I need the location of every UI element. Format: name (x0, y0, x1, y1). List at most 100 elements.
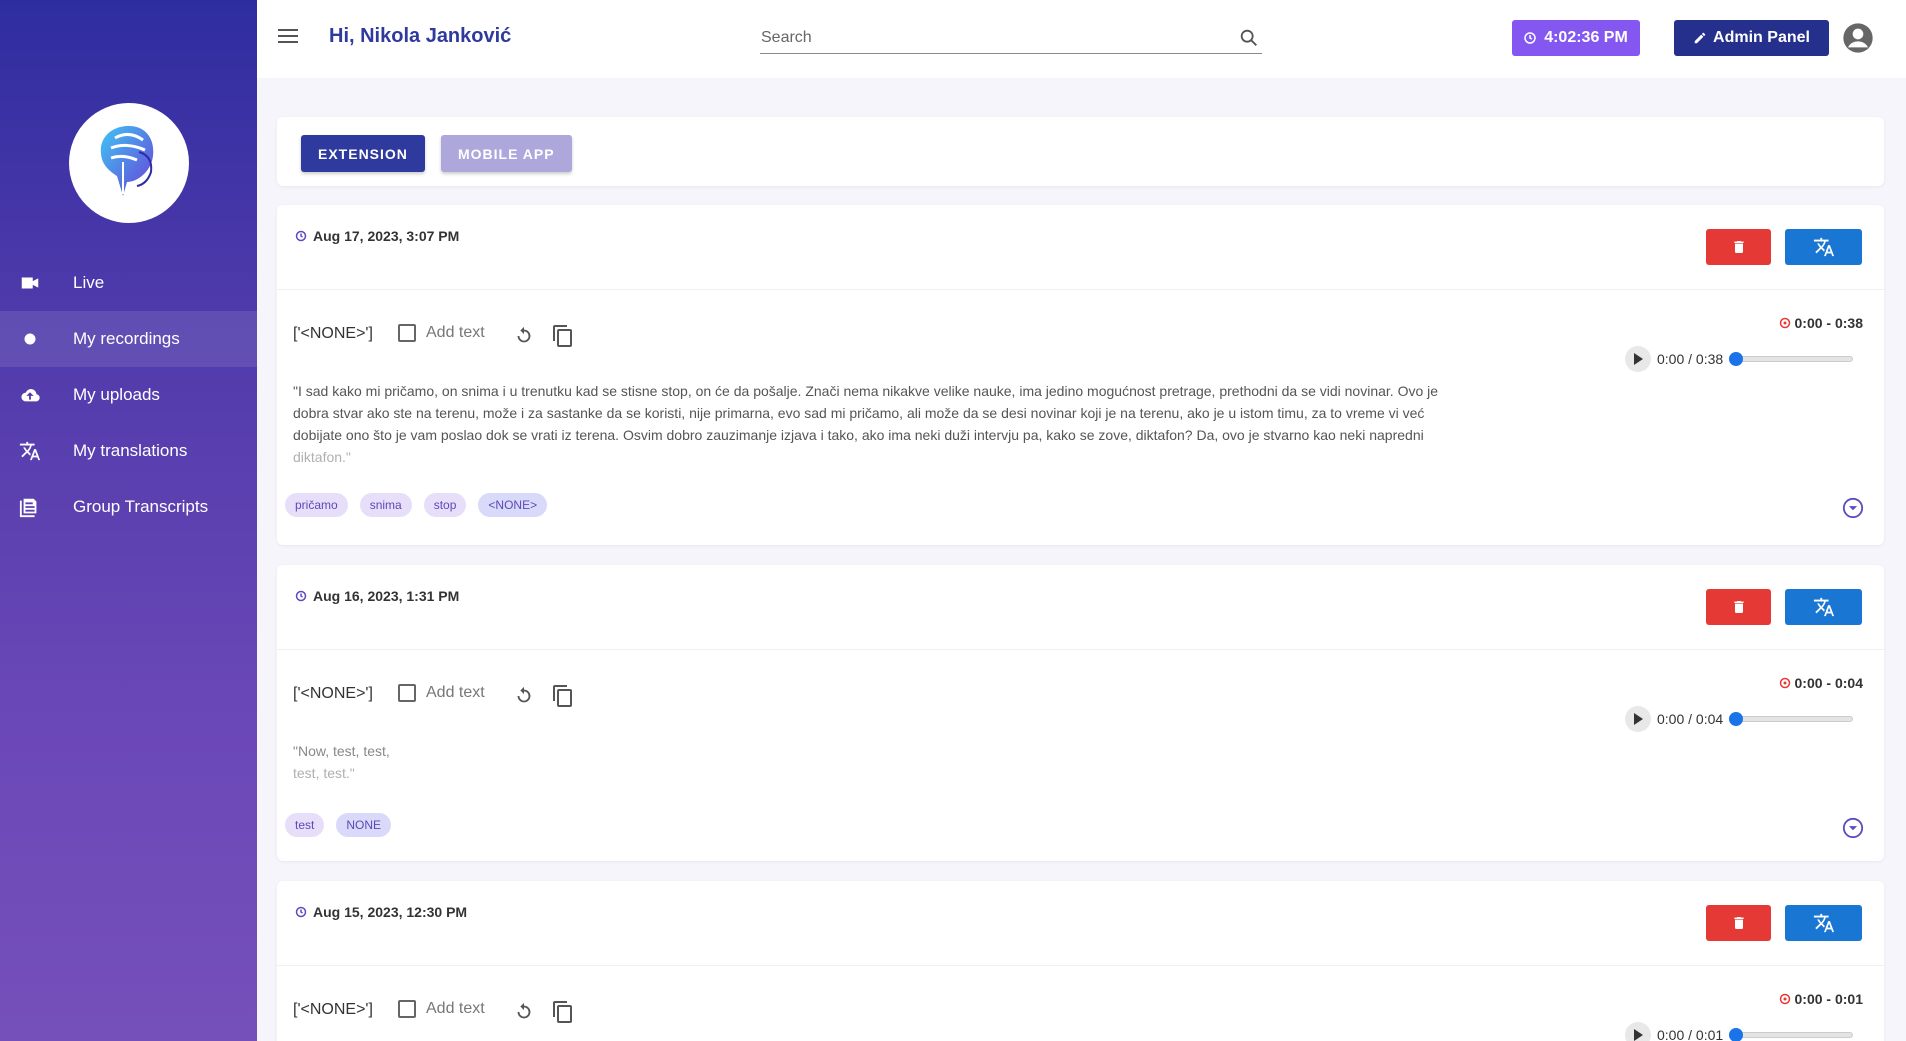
time-range: 0:00 - 0:01 (1769, 991, 1863, 1007)
seek-slider[interactable] (1729, 1028, 1853, 1041)
sidebar-item-live[interactable]: Live (0, 255, 257, 311)
recording-date-text: Aug 16, 2023, 1:31 PM (313, 588, 460, 604)
seek-thumb[interactable] (1729, 352, 1743, 366)
translate-button[interactable] (1785, 229, 1862, 265)
translate-icon (1813, 597, 1834, 617)
tab-mobile-app[interactable]: MOBILE APP (441, 135, 572, 172)
clock-icon (295, 230, 307, 242)
sidebar-item-label: Group Transcripts (73, 497, 209, 516)
sidebar-nav: Live My recordings My uploads My transla… (0, 255, 257, 535)
play-icon (1634, 713, 1643, 725)
play-icon (1634, 353, 1643, 365)
recording-card: Aug 15, 2023, 12:30 PM ['<NONE>'] Add te… (277, 881, 1884, 1041)
seek-slider[interactable] (1729, 712, 1853, 726)
copy-icon[interactable] (551, 684, 575, 708)
transcript-line: test, test." (293, 765, 355, 781)
sidebar-item-group-transcripts[interactable]: Group Transcripts (0, 479, 257, 535)
translate-icon (1813, 913, 1834, 933)
delete-button[interactable] (1706, 589, 1771, 625)
copy-icon[interactable] (551, 1000, 575, 1024)
time-range-text: 0:00 - 0:04 (1794, 675, 1863, 691)
copy-icon[interactable] (551, 324, 575, 348)
search-bar (760, 24, 1262, 54)
speaker-label: ['<NONE>'] (293, 685, 373, 702)
checkbox-icon (398, 324, 416, 342)
clock-time: 4:02:36 PM (1544, 29, 1628, 46)
time-range-text: 0:00 - 0:38 (1794, 315, 1863, 331)
recording-date-text: Aug 17, 2023, 3:07 PM (313, 228, 460, 244)
recording-header: Aug 17, 2023, 3:07 PM (277, 205, 1884, 290)
play-button[interactable] (1625, 706, 1651, 732)
sidebar-item-label: My translations (73, 441, 188, 460)
audio-player: 0:00 / 0:04 (1625, 706, 1853, 732)
clock-badge: 4:02:36 PM (1512, 20, 1640, 56)
recording-card: Aug 17, 2023, 3:07 PM ['<NONE>'] Add tex… (277, 205, 1884, 545)
search-input[interactable] (760, 24, 1220, 52)
add-text-checkbox[interactable]: Add text (398, 324, 485, 342)
target-icon (1779, 317, 1790, 329)
checkbox-icon (398, 1000, 416, 1018)
admin-panel-button[interactable]: Admin Panel (1674, 20, 1829, 56)
search-icon[interactable] (1238, 27, 1260, 49)
reset-icon[interactable] (513, 1001, 535, 1023)
expand-chevron-icon[interactable] (1842, 817, 1864, 839)
tag-chip[interactable]: test (285, 813, 325, 837)
transcript-text: "I sad kako mi pričamo, on snima i u tre… (293, 380, 1553, 468)
sidebar-item-my-recordings[interactable]: My recordings (0, 311, 257, 367)
sidebar-item-my-uploads[interactable]: My uploads (0, 367, 257, 423)
clock-icon (1524, 32, 1536, 44)
transcript-line: "I sad kako mi pričamo, on snima i u tre… (293, 383, 1439, 399)
target-icon (1779, 677, 1790, 689)
user-avatar-icon[interactable] (1842, 22, 1874, 54)
add-text-checkbox[interactable]: Add text (398, 1000, 485, 1018)
add-text-checkbox[interactable]: Add text (398, 684, 485, 702)
tag-list: test NONE (285, 813, 392, 837)
player-time: 0:00 / 0:01 (1657, 1027, 1724, 1041)
translate-button[interactable] (1785, 905, 1862, 941)
reset-icon[interactable] (513, 685, 535, 707)
reset-icon[interactable] (513, 325, 535, 347)
cloud-upload-icon (0, 384, 73, 406)
video-camera-icon (0, 272, 73, 294)
seek-thumb[interactable] (1729, 712, 1743, 726)
tag-list: pričamo snima stop <NONE> (285, 493, 548, 517)
tag-chip[interactable]: NONE (336, 813, 392, 837)
delete-button[interactable] (1706, 229, 1771, 265)
transcript-line: diktafon." (293, 449, 351, 465)
sidebar-item-label: My uploads (73, 385, 160, 404)
source-tabs: EXTENSION MOBILE APP (277, 117, 1884, 186)
target-icon (1779, 993, 1790, 1005)
transcript-line: dobra stvar ako ste na terenu, može i za… (293, 405, 1425, 421)
player-time: 0:00 / 0:38 (1657, 351, 1724, 367)
delete-button[interactable] (1706, 905, 1771, 941)
trash-icon (1733, 917, 1744, 929)
tag-chip[interactable]: pričamo (285, 493, 348, 517)
tag-chip[interactable]: <NONE> (478, 493, 548, 517)
app-logo[interactable] (69, 103, 189, 223)
player-time: 0:00 / 0:04 (1657, 711, 1724, 727)
tag-chip[interactable]: stop (423, 493, 467, 517)
recording-date: Aug 16, 2023, 1:31 PM (295, 588, 459, 604)
trash-icon (1733, 241, 1744, 253)
recording-header: Aug 16, 2023, 1:31 PM (277, 565, 1884, 650)
add-text-label: Add text (426, 684, 485, 701)
seek-slider[interactable] (1729, 352, 1853, 366)
expand-chevron-icon[interactable] (1842, 497, 1864, 519)
play-button[interactable] (1625, 1022, 1651, 1041)
document-icon (0, 496, 73, 518)
translate-button[interactable] (1785, 589, 1862, 625)
recording-card: Aug 16, 2023, 1:31 PM ['<NONE>'] Add tex… (277, 565, 1884, 861)
play-button[interactable] (1625, 346, 1651, 372)
tab-extension[interactable]: EXTENSION (301, 135, 425, 172)
record-dot-icon (0, 328, 73, 350)
checkbox-icon (398, 684, 416, 702)
transcript-text: "Now, test, test, test, test." (293, 740, 1553, 784)
greeting: Hi, Nikola Janković (329, 25, 512, 47)
translate-icon (0, 440, 73, 462)
translate-icon (1813, 237, 1834, 257)
trash-icon (1733, 601, 1744, 613)
seek-thumb[interactable] (1729, 1028, 1743, 1041)
tag-chip[interactable]: snima (359, 493, 412, 517)
sidebar-item-my-translations[interactable]: My translations (0, 423, 257, 479)
menu-toggle-button[interactable] (275, 25, 301, 51)
